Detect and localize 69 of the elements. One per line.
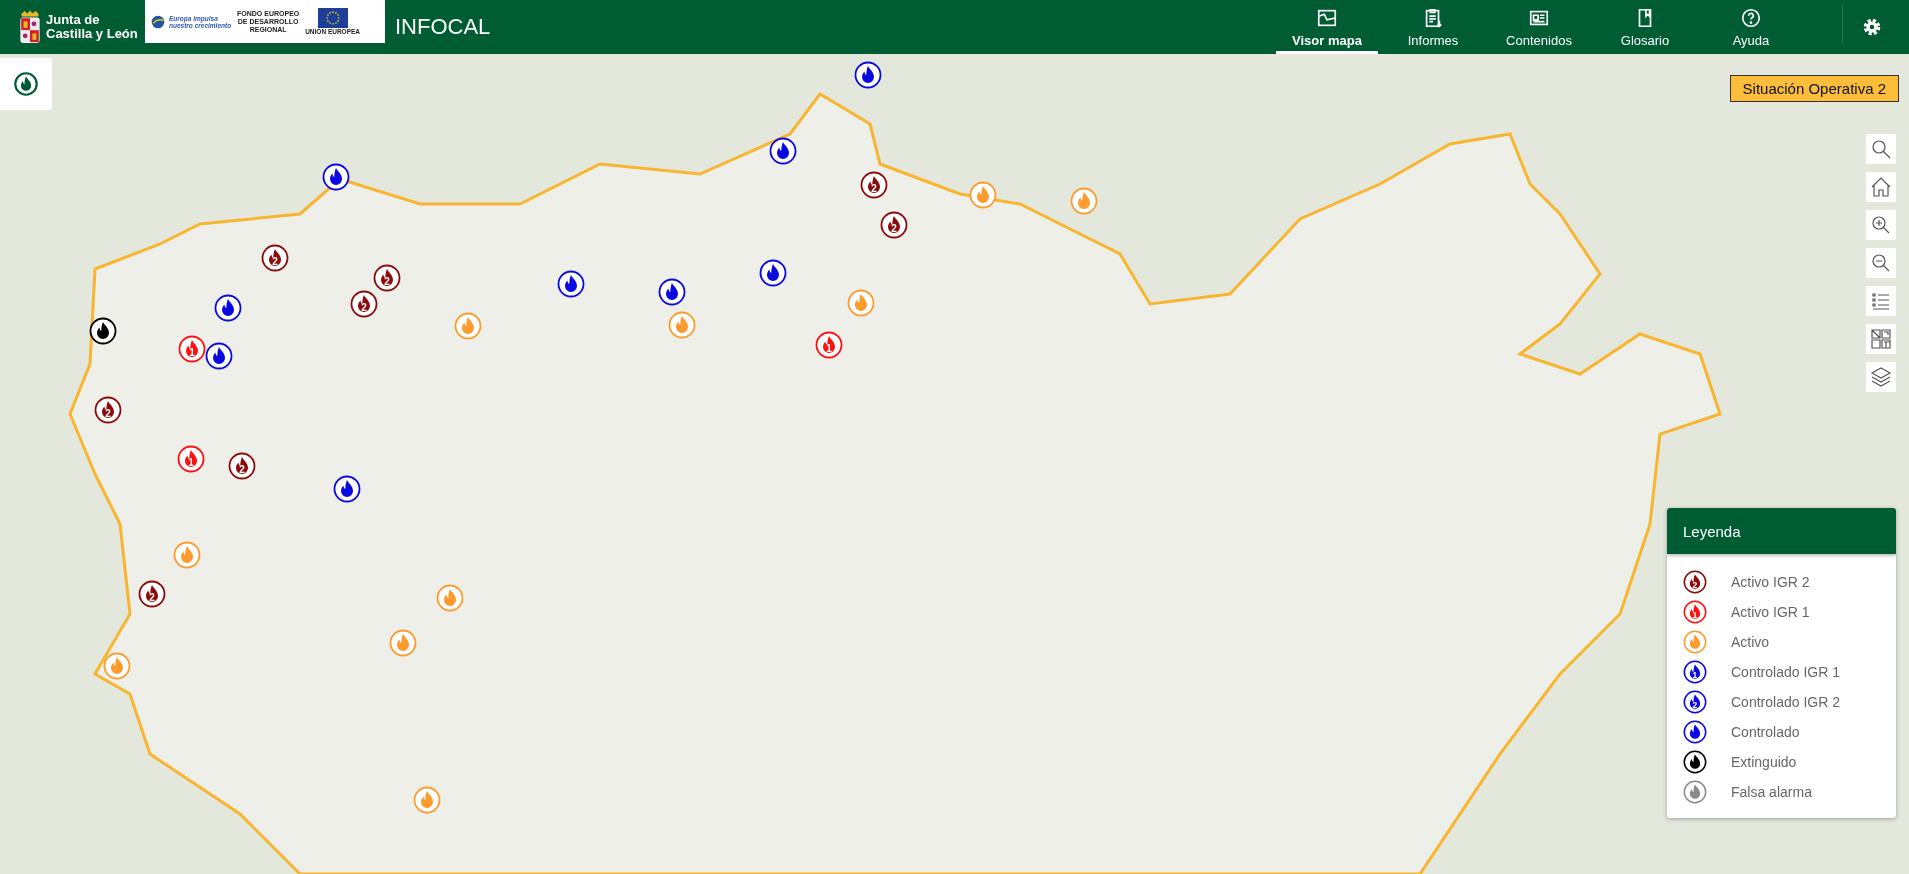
legend-label: Controlado [1731, 724, 1800, 740]
fire-marker-icon[interactable]: 2 [373, 263, 402, 292]
search-icon [1869, 137, 1893, 161]
search-button[interactable] [1866, 134, 1896, 164]
fire-marker-icon[interactable]: 2 [860, 171, 889, 200]
layers-icon [1869, 365, 1893, 389]
fire-marker-icon[interactable] [213, 294, 242, 322]
fire-marker-icon[interactable] [768, 136, 797, 165]
fire-marker-icon[interactable] [658, 278, 687, 307]
globe-swirl-icon [151, 14, 165, 29]
fire-marker-icon[interactable]: 1 [177, 445, 206, 473]
fire-marker-icon[interactable]: 2 [261, 244, 290, 273]
legend-label: Controlado IGR 1 [1731, 664, 1840, 680]
home-button[interactable] [1866, 172, 1896, 202]
list-button[interactable] [1866, 286, 1896, 316]
fire-marker-icon[interactable]: 1 [178, 335, 207, 364]
fire-marker-icon[interactable] [667, 311, 696, 340]
home-icon [1869, 175, 1893, 199]
grid-button[interactable] [1866, 324, 1896, 354]
situation-badge: Situación Operativa 2 [1729, 75, 1899, 102]
fire-marker-icon[interactable]: 2 [94, 396, 123, 425]
fire-status-icon: 1 [1683, 600, 1707, 624]
layers-button[interactable] [1866, 362, 1896, 392]
grid-icon [1869, 327, 1893, 351]
fire-marker-icon[interactable] [102, 651, 131, 680]
legend-title: Leyenda [1683, 522, 1741, 540]
fire-marker-icon[interactable] [322, 162, 350, 191]
legend-label: Extinguido [1731, 754, 1797, 770]
legend-label: Activo [1731, 634, 1770, 650]
legend-label: Activo IGR 1 [1731, 604, 1810, 620]
fire-marker-icon[interactable] [1069, 186, 1098, 215]
fire-marker-icon[interactable] [333, 475, 361, 504]
fire-marker-icon[interactable] [453, 312, 482, 341]
fire-marker-icon[interactable] [557, 269, 585, 298]
fire-marker-icon[interactable] [854, 61, 883, 90]
fire-marker-icon[interactable] [173, 541, 202, 570]
fire-marker-icon[interactable]: 2 [228, 452, 257, 481]
zoom-out-button[interactable] [1866, 248, 1896, 278]
app-title: INFOCAL [395, 14, 491, 40]
fire-marker-icon[interactable] [205, 341, 234, 370]
settings-icon [1861, 16, 1883, 38]
fire-marker-icon[interactable] [413, 785, 442, 814]
eu-flag-icon [317, 8, 348, 28]
legend-label: Activo IGR 2 [1731, 574, 1810, 590]
nav-tab[interactable]: Glosario [1594, 0, 1696, 54]
fire-marker-icon[interactable] [436, 583, 465, 612]
fire-marker-icon[interactable]: 1 [815, 330, 844, 359]
fire-marker-icon[interactable] [759, 258, 788, 287]
nav-tab[interactable]: Informes [1382, 0, 1484, 54]
nav-tab[interactable]: Contenidos [1488, 0, 1590, 54]
fire-marker-icon[interactable]: 2 [879, 211, 908, 240]
fire-status-icon: 2 [1683, 570, 1707, 594]
fire-marker-icon[interactable] [968, 180, 997, 209]
nav-tab[interactable]: Ayuda [1700, 0, 1802, 54]
logo-text: Junta de [46, 13, 101, 27]
fire-status-icon: 1 [1683, 660, 1707, 684]
fire-marker-icon[interactable] [389, 628, 417, 657]
fire-marker-icon[interactable]: 2 [350, 290, 379, 319]
fire-marker-icon[interactable]: 2 [138, 580, 167, 609]
fire-marker-icon[interactable] [89, 317, 118, 346]
fire-icon [14, 72, 38, 96]
zoom-in-button[interactable] [1866, 210, 1896, 240]
fire-panel-button[interactable] [0, 58, 52, 110]
legend-label: Falsa alarma [1731, 784, 1812, 800]
legend-label: Controlado IGR 2 [1731, 694, 1840, 710]
help-icon [1740, 6, 1762, 29]
fire-status-icon: 2 [1683, 690, 1707, 714]
fire-marker-icon[interactable] [846, 289, 875, 318]
logo-text: Castilla y León [46, 27, 138, 41]
